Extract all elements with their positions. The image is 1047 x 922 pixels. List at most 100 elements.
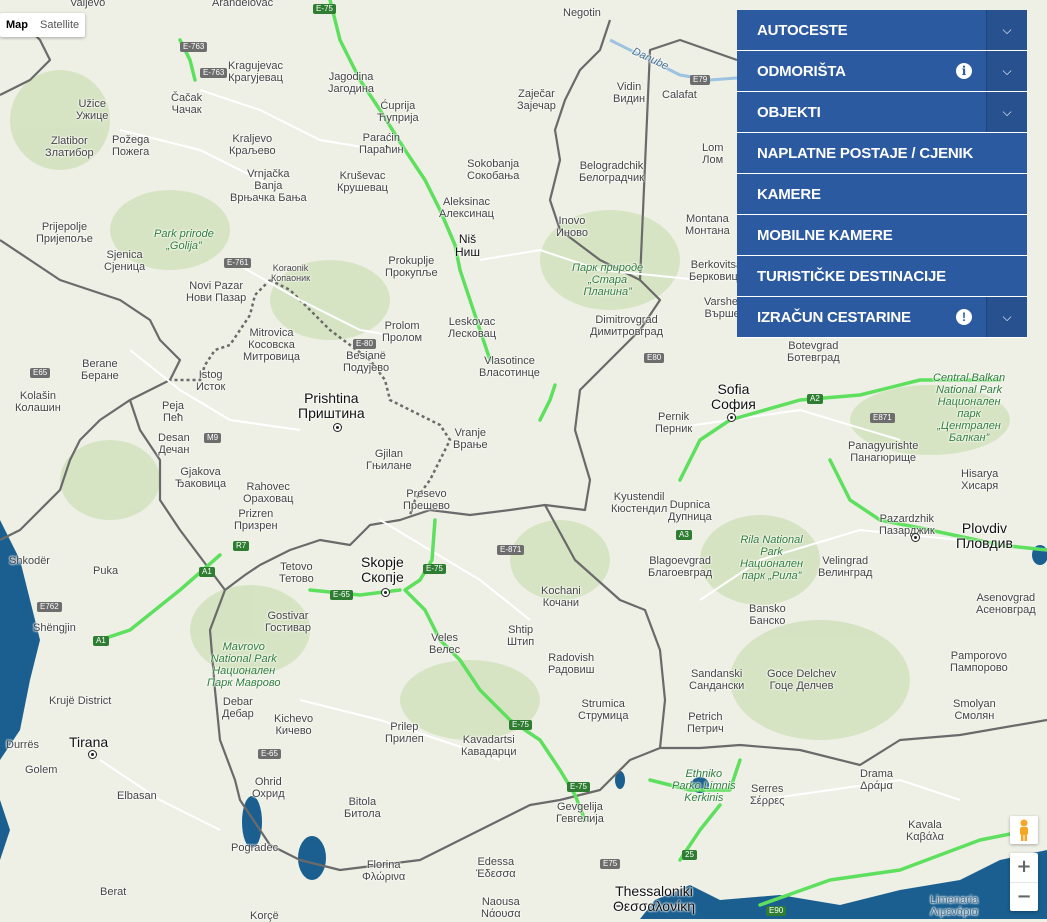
place-label-line: Panagyurishte [848, 440, 919, 452]
place-dimitrovgrad: Dimitrovgrad Димитровград [590, 314, 663, 338]
menu-item-naplatne-postaje[interactable]: NAPLATNE POSTAJE / CJENIK [737, 133, 1027, 174]
place-label-line: Гостивар [265, 622, 311, 634]
place-central-balkan: Central Balkan National Park Национален пар… [933, 372, 1005, 444]
place-florina: Florina Φλώρινα [362, 859, 405, 883]
place-vidin: Vidin Видин [613, 81, 645, 105]
road-shield: E-763 [200, 68, 228, 78]
place-paracin: Paraćin Параћин [359, 132, 404, 156]
menu-item-label: MOBILNE KAMERE [757, 226, 893, 244]
place-label-line: Sandanski [690, 668, 743, 680]
place-label-line: Florina [366, 859, 401, 871]
place-label-line: Pogradec [231, 842, 279, 854]
place-rahovec: Rahovec Ораховац [243, 481, 293, 505]
place-label-line: Prijepolje [41, 221, 88, 233]
place-label-line: Koraonik [272, 263, 309, 273]
place-label-line: Струмица [578, 710, 629, 722]
place-pogradec: Pogradec [231, 842, 278, 854]
place-label-line: Καβάλα [906, 831, 944, 843]
menu-item-turisticke-destinacije[interactable]: TURISTIČKE DESTINACIJE [737, 256, 1027, 297]
place-vlasotince: Vlasotince Власотинце [479, 355, 540, 379]
road-shield: M9 [204, 433, 222, 443]
place-pazardzhik: Pazardzhik Пазарджик [879, 513, 935, 537]
place-prijepolje: Prijepolje Пријепоље [36, 221, 93, 245]
place-label-line: Ohrid [254, 776, 282, 788]
place-label-line: Призрен [234, 520, 278, 532]
place-istog: Istog Исток [196, 369, 225, 393]
place-label-line: Shtip [508, 624, 534, 636]
place-label-line: Национален [212, 665, 276, 677]
zoom-out-button[interactable]: − [1010, 883, 1038, 912]
place-label-line: Банско [749, 615, 786, 627]
place-label-line: Asenovgrad [976, 592, 1036, 604]
menu-item-izracun-cestarine[interactable]: IZRAČUN CESTARINE ! ⌵ [737, 297, 1027, 338]
chevron-down-icon[interactable]: ⌵ [986, 297, 1027, 337]
place-label-line: Skopje [361, 554, 404, 570]
place-jagodina: Jagodina Јагодина [328, 71, 374, 95]
place-label-line: Sjenica [106, 249, 143, 261]
place-label-line: Прешево [403, 500, 450, 512]
place-besiane: Besianë Подујево [343, 350, 389, 374]
road-shield: A3 [676, 530, 692, 540]
menu-item-autoceste[interactable]: AUTOCESTE ⌵ [737, 10, 1027, 51]
place-label-line: „Стара [588, 274, 628, 286]
road-shield: A1 [93, 636, 109, 646]
map-type-map-button[interactable]: Map [0, 13, 34, 37]
place-veles: Veles Велес [429, 632, 460, 656]
place-sandanski: Sandanski Сандански [689, 668, 744, 692]
place-asenovgrad: Asenovgrad Асеновград [976, 592, 1036, 616]
place-label-line: Elbasan [117, 790, 157, 802]
place-label-line: Ђаковица [175, 478, 227, 490]
place-label-line: Кичево [275, 725, 312, 737]
place-shtip: Shtip Штип [507, 624, 534, 648]
warning-icon[interactable]: ! [956, 309, 972, 325]
place-label-line: Гњилане [366, 460, 412, 472]
info-icon[interactable]: i [956, 63, 972, 79]
road-shield: E-871 [497, 545, 525, 555]
place-label-line: Δράμα [860, 780, 893, 792]
place-label-line: Охрид [252, 788, 285, 800]
road-shield: E80 [644, 353, 665, 363]
zoom-control: + − [1010, 853, 1038, 911]
menu-item-objekti[interactable]: OBJEKTI ⌵ [737, 92, 1027, 133]
menu-item-kamere[interactable]: KAMERE [737, 174, 1027, 215]
place-label-line: Прокупље [385, 267, 438, 279]
place-gevgelija: Gevgelija Гевгелија [556, 801, 604, 825]
place-label-line: Mavrovo [222, 641, 265, 653]
road-shield: R7 [233, 541, 250, 551]
place-label-line: Kochani [541, 585, 581, 597]
place-nis: Niš Ниш [455, 233, 480, 259]
place-mitrovica: Mitrovica Косовска Митровица [243, 327, 300, 363]
place-label-line: Пећ [162, 412, 184, 424]
place-lom: Lom Лом [702, 142, 723, 166]
place-radovish: Radovish Радовиш [548, 652, 594, 676]
place-label-line: Debar [222, 696, 253, 708]
place-label-line: Врњачка Бања [230, 192, 307, 204]
map-type-satellite-button[interactable]: Satellite [34, 13, 85, 37]
place-golija: Park prirode „Golija” [154, 228, 214, 252]
place-prolom: Prolom Пролом [382, 320, 422, 344]
road-shield: E-80 [353, 339, 376, 349]
place-kavala: Kavala Καβάλα [906, 819, 944, 843]
place-goce-delchev: Goce Delchev Гоце Делчев [767, 668, 836, 692]
place-puka: Puka [93, 565, 118, 577]
place-label-line: Гевгелија [556, 813, 604, 825]
road-shield: E-763 [180, 42, 208, 52]
place-label-line: Νάουσα [481, 908, 521, 920]
place-label-line: Velingrad [822, 555, 869, 567]
menu-item-mobilne-kamere[interactable]: MOBILNE KAMERE [737, 215, 1027, 256]
chevron-down-icon[interactable]: ⌵ [986, 51, 1027, 91]
place-label-line: Έδεσσα [476, 868, 516, 880]
chevron-down-icon[interactable]: ⌵ [986, 10, 1027, 50]
place-label-line: Vidin [616, 81, 642, 93]
chevron-down-icon[interactable]: ⌵ [986, 92, 1027, 132]
city-dot-sofia [727, 413, 736, 422]
place-label-line: Сандански [689, 680, 745, 692]
city-dot-pristina [333, 423, 342, 432]
place-label-line: Rila National [740, 534, 803, 546]
street-view-pegman-icon[interactable] [1010, 816, 1038, 844]
place-label-line: Presevo [406, 488, 447, 500]
place-label-line: Naousa [481, 896, 520, 908]
menu-item-odmorista[interactable]: ODMORIŠTA i ⌵ [737, 51, 1027, 92]
zoom-in-button[interactable]: + [1010, 853, 1038, 883]
place-label-line: Крушевац [337, 182, 388, 194]
